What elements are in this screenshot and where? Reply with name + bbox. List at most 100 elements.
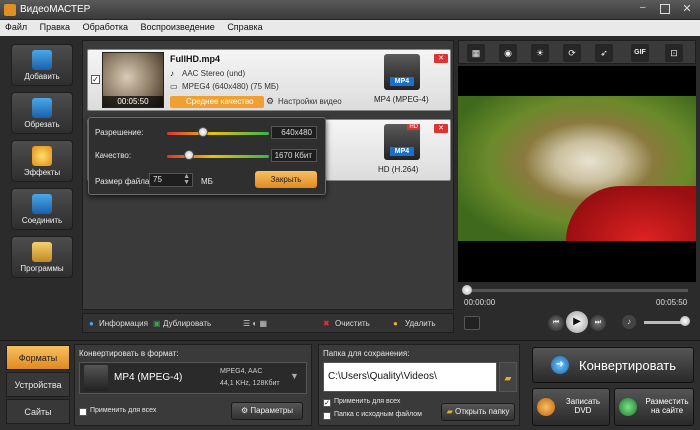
thumbnail-duration: 00:05:50 xyxy=(103,96,163,107)
apply-all-folder-label: Применить для всех xyxy=(334,398,401,405)
info-button[interactable]: Информация xyxy=(99,319,148,328)
convert-button[interactable]: ➜ Конвертировать xyxy=(532,347,694,383)
minimize-button[interactable]: – xyxy=(640,3,652,14)
folder-icon: ▰ xyxy=(446,407,456,416)
sidebar-item-label: Добавить xyxy=(24,72,60,81)
list-view-toggle[interactable]: ☰ ◐ ▦ xyxy=(243,319,267,328)
format-params: 44,1 KHz, 128Кбит xyxy=(220,380,280,387)
video-frame xyxy=(458,96,696,241)
gif-button[interactable]: GIF xyxy=(631,44,649,62)
video-preview[interactable] xyxy=(458,66,696,282)
video-info: MPEG4 (640x480) (75 МБ) xyxy=(182,82,279,91)
gear-icon[interactable]: ⚙ xyxy=(266,96,274,107)
format-icon[interactable]: HD MP4 xyxy=(384,124,420,160)
clear-button[interactable]: Очистить xyxy=(335,319,370,328)
video-toolbar: ▦ ◉ ☀ ⟳ ➶ GIF ⊡ xyxy=(458,40,696,64)
parameters-button[interactable]: ⚙ Параметры xyxy=(231,402,303,420)
publish-button[interactable]: Разместить на сайте xyxy=(614,388,694,426)
apply-all-checkbox[interactable] xyxy=(79,408,87,416)
effects-icon xyxy=(32,146,52,166)
forward-button[interactable]: ⏭ xyxy=(590,315,606,331)
resolution-slider-knob[interactable] xyxy=(197,127,208,137)
folder-browse-icon[interactable]: ▰ xyxy=(499,362,517,392)
file-size-unit: МБ xyxy=(201,177,213,186)
sidebar-item-cut[interactable]: Обрезать xyxy=(11,92,73,134)
delete-icon: ● xyxy=(393,319,398,328)
close-popup-button[interactable]: Закрыть xyxy=(255,171,317,188)
burn-dvd-button[interactable]: Записать DVD xyxy=(532,388,610,426)
video-thumbnail: 00:05:50 xyxy=(102,52,164,108)
info-icon: ● xyxy=(89,319,94,328)
tab-devices[interactable]: Устройства xyxy=(6,372,70,397)
sidebar-item-label: Обрезать xyxy=(24,120,60,129)
open-folder-button[interactable]: ▰ Открыть папку xyxy=(441,403,515,421)
seek-knob[interactable] xyxy=(462,285,472,295)
list-toolbar: ● Информация ▣ Дублировать ☰ ◐ ▦ ✖ Очист… xyxy=(82,313,454,333)
menu-file[interactable]: Файл xyxy=(0,20,32,34)
total-time: 00:05:50 xyxy=(656,298,688,307)
title-bar: ВидеоМАСТЕР – ✕ xyxy=(0,0,700,20)
gear-icon: ⚙ xyxy=(240,406,251,415)
volume-icon[interactable]: ♪ xyxy=(622,315,636,329)
maximize-button[interactable] xyxy=(660,4,670,14)
menu-help[interactable]: Справка xyxy=(222,20,267,34)
source-folder-label: Папка с исходным файлом xyxy=(334,411,422,418)
film-add-icon xyxy=(32,50,52,70)
speed-icon[interactable]: ➶ xyxy=(595,44,613,62)
rotate-icon[interactable]: ⟳ xyxy=(563,44,581,62)
sidebar-item-label: Эффекты xyxy=(23,168,61,177)
file-size-input[interactable]: 75 ▲ ▼ xyxy=(149,173,193,187)
format-codecs: MPEG4, AAC xyxy=(220,368,263,375)
file-size-label: Размер файла: xyxy=(95,177,152,186)
chevron-down-icon[interactable]: ▼ xyxy=(290,371,299,381)
quality-slider-knob[interactable] xyxy=(184,150,195,160)
format-name: MP4 (MPEG-4) xyxy=(114,372,183,383)
format-section: Конвертировать в формат: MP4 (MPEG-4) MP… xyxy=(74,344,312,426)
sidebar-item-effects[interactable]: Эффекты xyxy=(11,140,73,182)
quality-popup: Разрешение: 640x480 Качество: 1670 Кбит … xyxy=(88,117,326,195)
close-button[interactable]: ✕ xyxy=(680,2,694,16)
mp4-badge: MP4 xyxy=(390,77,414,86)
tab-formats[interactable]: Форматы xyxy=(6,345,70,370)
delete-button[interactable]: Удалить xyxy=(405,319,436,328)
crop-icon[interactable]: ▦ xyxy=(467,44,485,62)
quality-label: Качество: xyxy=(95,151,132,160)
menu-bar: Файл Правка Обработка Воспроизведение Сп… xyxy=(0,20,700,36)
apply-all-label: Применить для всех xyxy=(90,407,157,414)
menu-processing[interactable]: Обработка xyxy=(78,20,133,34)
audio-info: AAC Stereo (und) xyxy=(182,69,246,78)
quality-badge[interactable]: Среднее качество xyxy=(170,96,264,108)
menu-playback[interactable]: Воспроизведение xyxy=(136,20,220,34)
apply-all-folder-checkbox[interactable]: ✓ xyxy=(323,399,331,407)
file-checkbox[interactable]: ✓ xyxy=(91,75,100,84)
sidebar-item-add[interactable]: Добавить xyxy=(11,44,73,86)
volume-knob[interactable] xyxy=(680,316,690,326)
format-icon[interactable]: MP4 xyxy=(384,54,420,90)
remove-file-icon[interactable]: ✕ xyxy=(434,54,448,63)
folder-path-input[interactable]: C:\Users\Quality\Videos\ xyxy=(323,362,497,392)
publish-label: Разместить на сайте xyxy=(645,397,689,415)
seek-bar[interactable] xyxy=(466,289,688,292)
format-selector[interactable]: MP4 (MPEG-4) MPEG4, AAC 44,1 KHz, 128Кби… xyxy=(79,362,307,394)
source-folder-checkbox[interactable] xyxy=(323,412,331,420)
play-button[interactable]: ▶ xyxy=(566,311,588,333)
resolution-slider[interactable] xyxy=(167,132,269,135)
sidebar-item-join[interactable]: Соединить xyxy=(11,188,73,230)
snapshot-icon[interactable] xyxy=(464,316,480,330)
size-stepper-icon[interactable]: ▲ ▼ xyxy=(183,173,190,186)
video-settings-link[interactable]: Настройки видео xyxy=(278,97,342,106)
film-icon[interactable]: ◉ xyxy=(499,44,517,62)
file-card[interactable]: ✓ 00:05:50 FullHD.mp4 ♪ AAC Stereo (und)… xyxy=(87,49,451,111)
extract-icon[interactable]: ⊡ xyxy=(665,44,683,62)
app-title: ВидеоМАСТЕР xyxy=(20,4,91,15)
rewind-button[interactable]: ⏮ xyxy=(548,315,564,331)
brightness-icon[interactable]: ☀ xyxy=(531,44,549,62)
menu-edit[interactable]: Правка xyxy=(35,20,75,34)
duplicate-button[interactable]: Дублировать xyxy=(163,319,211,328)
convert-label: Конвертировать xyxy=(579,358,677,373)
sidebar-item-programs[interactable]: Программы xyxy=(11,236,73,278)
remove-file-icon[interactable]: ✕ xyxy=(434,124,448,133)
tab-sites[interactable]: Сайты xyxy=(6,399,70,424)
quality-slider[interactable] xyxy=(167,155,269,158)
current-time: 00:00:00 xyxy=(464,298,496,307)
